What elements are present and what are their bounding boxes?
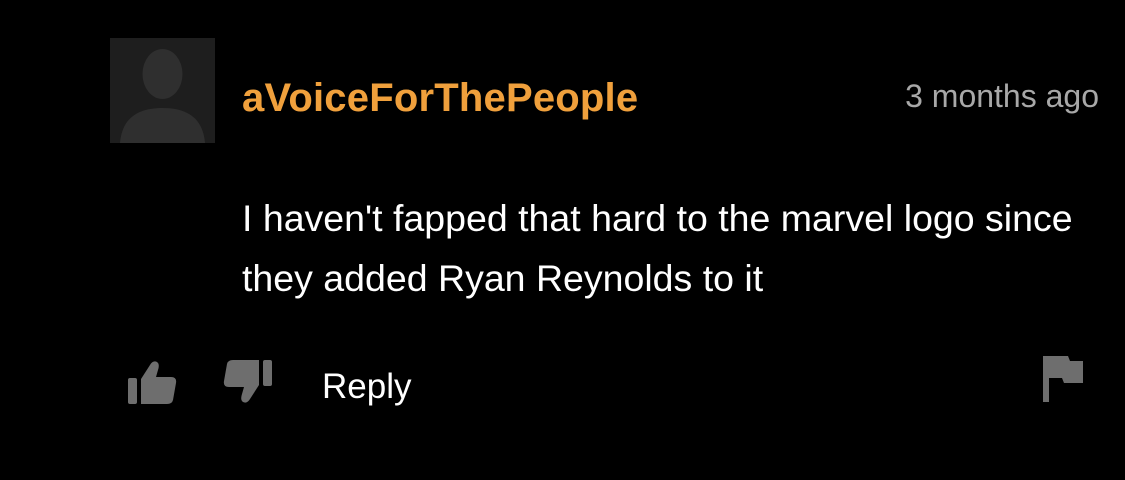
flag-icon: [1043, 356, 1083, 402]
thumbs-down-button[interactable]: [222, 358, 274, 406]
thumbs-up-icon: [128, 361, 177, 404]
report-flag-button[interactable]: [1040, 354, 1086, 404]
comment-actions: Reply: [0, 350, 1125, 420]
reply-button[interactable]: Reply: [322, 366, 411, 408]
thumbs-down-icon: [223, 360, 272, 403]
comment-timestamp: 3 months ago: [905, 78, 1099, 114]
comment-author[interactable]: aVoiceForThePeople: [242, 74, 638, 122]
avatar[interactable]: [110, 38, 215, 143]
thumbs-up-button[interactable]: [126, 358, 178, 406]
user-silhouette-icon: [120, 49, 205, 143]
comment-text: I haven't fapped that hard to the marvel…: [242, 197, 1073, 299]
